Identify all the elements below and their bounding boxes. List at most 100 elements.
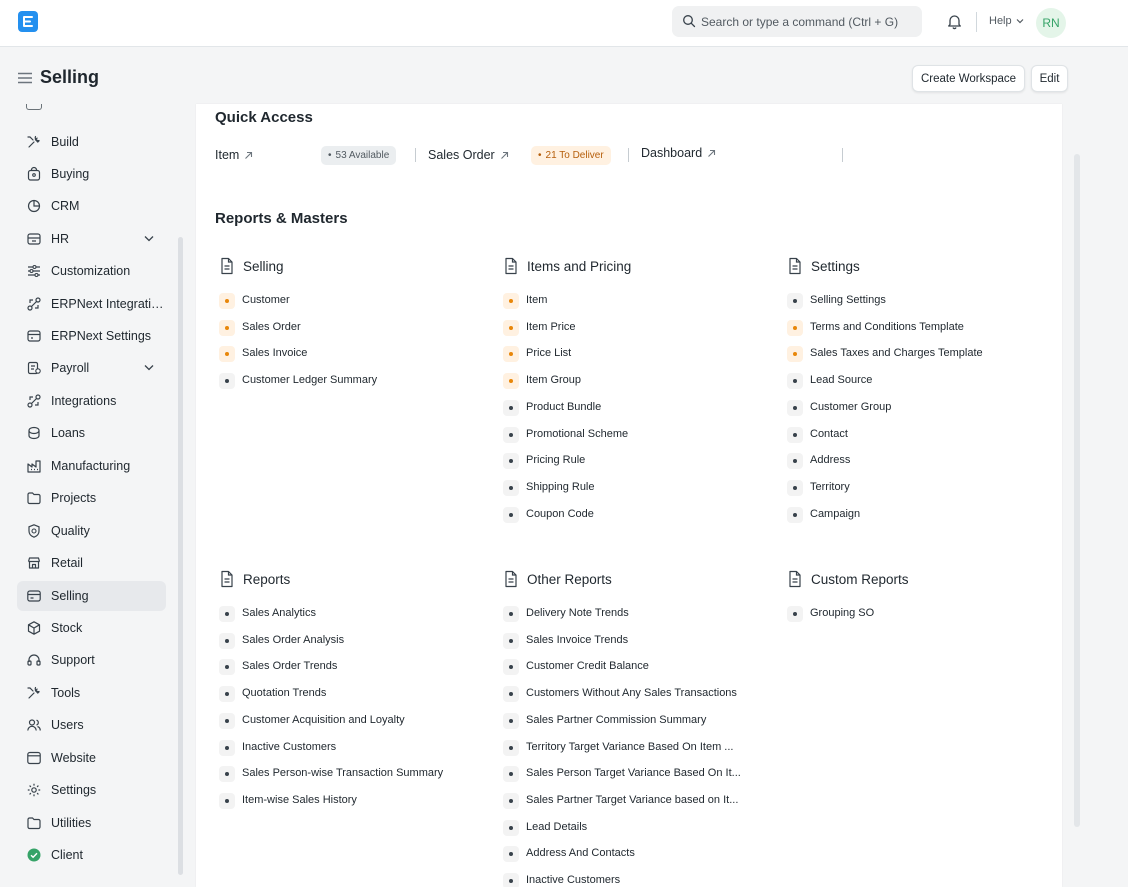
report-link[interactable]: Territory bbox=[787, 479, 1047, 496]
bullet-dot-icon bbox=[787, 399, 803, 416]
report-link[interactable]: Customer Credit Balance bbox=[503, 659, 763, 676]
shortcut-badge-to-deliver: • 21 To Deliver bbox=[531, 146, 611, 165]
report-link[interactable]: Shipping Rule bbox=[503, 479, 763, 496]
bullet-dot-icon bbox=[503, 846, 519, 863]
main-scrollbar[interactable] bbox=[1074, 154, 1080, 827]
chevron-down-icon bbox=[1016, 19, 1024, 24]
report-link[interactable]: Sales Order bbox=[219, 319, 479, 336]
sidebar-item-website[interactable]: Website bbox=[17, 743, 166, 773]
report-link[interactable]: Coupon Code bbox=[503, 506, 763, 523]
bullet-dot-icon bbox=[787, 373, 803, 390]
shortcut-dashboard[interactable]: Dashboard bbox=[641, 146, 716, 160]
shortcut-item[interactable]: Item bbox=[215, 148, 253, 162]
sidebar-item-tools[interactable]: Tools bbox=[17, 678, 166, 708]
sidebar-item-projects[interactable]: Projects bbox=[17, 483, 166, 513]
report-link[interactable]: Sales Person Target Variance Based On It… bbox=[503, 766, 763, 783]
report-link[interactable]: Inactive Customers bbox=[503, 873, 763, 887]
sidebar-item-integrations[interactable]: Integrations bbox=[17, 386, 166, 416]
report-link[interactable]: Sales Invoice Trends bbox=[503, 632, 763, 649]
sidebar-item-build[interactable]: Build bbox=[17, 127, 166, 157]
report-link[interactable]: Sales Order Trends bbox=[219, 659, 479, 676]
sidebar-item-retail[interactable]: Retail bbox=[17, 548, 166, 578]
notification-bell-icon[interactable] bbox=[946, 13, 963, 30]
report-link[interactable]: Promotional Scheme bbox=[503, 426, 763, 443]
sidebar-item-manufacturing[interactable]: Manufacturing bbox=[17, 451, 166, 481]
report-link[interactable]: Product Bundle bbox=[503, 399, 763, 416]
sidebar-item-label: Projects bbox=[51, 491, 97, 505]
report-link[interactable]: Grouping SO bbox=[787, 606, 1047, 622]
search-input[interactable] bbox=[701, 6, 916, 37]
report-link[interactable]: Address bbox=[787, 453, 1047, 470]
report-link[interactable]: Contact bbox=[787, 426, 1047, 443]
sidebar-item-quality[interactable]: Quality bbox=[17, 516, 166, 546]
create-workspace-button[interactable]: Create Workspace bbox=[912, 65, 1025, 92]
sidebar-item-utilities[interactable]: Utilities bbox=[17, 808, 166, 838]
report-link[interactable]: Territory Target Variance Based On Item … bbox=[503, 739, 763, 756]
report-link[interactable]: Price List bbox=[503, 346, 763, 363]
sidebar-item-customization[interactable]: Customization bbox=[17, 256, 166, 286]
sidebar-item-label: Manufacturing bbox=[51, 459, 131, 473]
report-link[interactable]: Lead Source bbox=[787, 373, 1047, 390]
sidebar-item-selling[interactable]: Selling bbox=[17, 581, 166, 611]
page-title: Selling bbox=[40, 67, 100, 87]
bullet-dot-icon bbox=[787, 319, 803, 336]
report-link[interactable]: Inactive Customers bbox=[219, 739, 479, 756]
report-link[interactable]: Sales Order Analysis bbox=[219, 632, 479, 649]
search-bar[interactable] bbox=[672, 6, 922, 37]
sidebar-item-support[interactable]: Support bbox=[17, 645, 166, 675]
report-link[interactable]: Terms and Conditions Template bbox=[787, 319, 1047, 336]
report-link[interactable]: Sales Invoice bbox=[219, 346, 479, 363]
report-link[interactable]: Customer Acquisition and Loyalty bbox=[219, 712, 479, 729]
report-link[interactable]: Delivery Note Trends bbox=[503, 606, 763, 622]
report-link[interactable]: Item Price bbox=[503, 319, 763, 336]
report-link[interactable]: Lead Details bbox=[503, 819, 763, 836]
report-link[interactable]: Item bbox=[503, 293, 763, 309]
report-link-label: Customer Acquisition and Loyalty bbox=[242, 713, 405, 726]
bullet-dot-icon bbox=[787, 293, 803, 309]
report-link[interactable]: Sales Partner Target Variance based on I… bbox=[503, 792, 763, 809]
sidebar-item-users[interactable]: Users bbox=[17, 710, 166, 740]
document-icon bbox=[221, 570, 233, 588]
report-link[interactable]: Selling Settings bbox=[787, 293, 1047, 309]
sidebar-item-loans[interactable]: Loans bbox=[17, 418, 166, 448]
sidebar-item-crm[interactable]: CRM bbox=[17, 191, 166, 221]
shortcut-label: Sales Order bbox=[428, 148, 495, 162]
factory-icon bbox=[27, 460, 41, 473]
shortcut-separator bbox=[415, 148, 416, 162]
sidebar-item-settings[interactable]: Settings bbox=[17, 775, 166, 805]
sidebar-item-stock[interactable]: Stock bbox=[17, 613, 166, 643]
report-link[interactable]: Sales Partner Commission Summary bbox=[503, 712, 763, 729]
sidebar-item-erpnext-integrations[interactable]: ERPNext Integrations bbox=[17, 289, 166, 319]
bullet-dot-icon bbox=[219, 686, 235, 703]
sidebar-item-hr[interactable]: HR bbox=[17, 224, 166, 254]
help-dropdown[interactable]: Help bbox=[989, 15, 1024, 27]
report-link[interactable]: Address And Contacts bbox=[503, 846, 763, 863]
app-logo[interactable] bbox=[18, 11, 38, 32]
report-link[interactable]: Customer Ledger Summary bbox=[219, 373, 479, 390]
chevron-down-icon[interactable] bbox=[144, 364, 154, 371]
report-link[interactable]: Item Group bbox=[503, 373, 763, 390]
report-link[interactable]: Sales Taxes and Charges Template bbox=[787, 346, 1047, 363]
sidebar-item-buying[interactable]: Buying bbox=[17, 159, 166, 189]
report-link[interactable]: Customer bbox=[219, 293, 479, 309]
sidebar-item-erpnext-settings[interactable]: ERPNext Settings bbox=[17, 321, 166, 351]
report-link[interactable]: Item-wise Sales History bbox=[219, 792, 479, 809]
report-link-label: Product Bundle bbox=[526, 400, 602, 413]
report-link[interactable]: Quotation Trends bbox=[219, 686, 479, 703]
sidebar-item-payroll[interactable]: Payroll bbox=[17, 353, 166, 383]
report-link[interactable]: Sales Analytics bbox=[219, 606, 479, 622]
report-link[interactable]: Customer Group bbox=[787, 399, 1047, 416]
report-link[interactable]: Pricing Rule bbox=[503, 453, 763, 470]
sidebar-scrollbar[interactable] bbox=[178, 237, 183, 875]
report-link[interactable]: Campaign bbox=[787, 506, 1047, 523]
report-link[interactable]: Sales Person-wise Transaction Summary bbox=[219, 766, 479, 783]
report-link[interactable]: Customers Without Any Sales Transactions bbox=[503, 686, 763, 703]
user-avatar[interactable]: RN bbox=[1036, 8, 1066, 38]
edit-button[interactable]: Edit bbox=[1031, 65, 1068, 92]
shortcut-sales-order[interactable]: Sales Order bbox=[428, 148, 509, 162]
sidebar-toggle-icon[interactable] bbox=[18, 72, 32, 84]
hr-icon bbox=[27, 233, 41, 245]
settings-card-icon bbox=[27, 330, 41, 342]
chevron-down-icon[interactable] bbox=[144, 235, 154, 242]
sidebar-item-client[interactable]: Client bbox=[17, 840, 166, 870]
